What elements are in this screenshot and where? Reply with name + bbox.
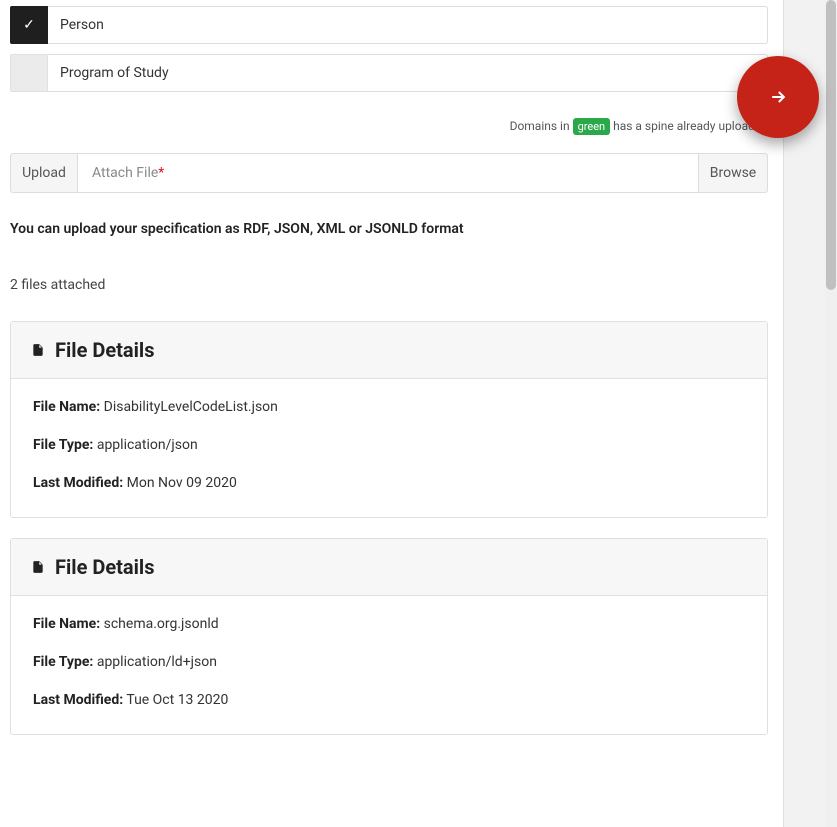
file-type-value: application/json [97, 437, 198, 453]
file-icon [31, 558, 45, 576]
file-name-label: File Name: [33, 399, 100, 415]
file-name-value: DisabilityLevelCodeList.json [104, 399, 278, 415]
file-type-label: File Type: [33, 654, 93, 670]
last-modified-value: Mon Nov 09 2020 [127, 475, 237, 491]
upload-row: Upload Attach File* Browse [10, 153, 768, 193]
hint-prefix: Domains in [510, 119, 570, 133]
required-asterisk: * [158, 165, 164, 181]
upload-info-text: You can upload your specification as RDF… [10, 221, 768, 237]
card-header: File Details [11, 539, 767, 596]
file-details-card: File Details File Name: DisabilityLevelC… [10, 321, 768, 518]
file-name-row: File Name: schema.org.jsonld [33, 616, 745, 632]
file-details-card: File Details File Name: schema.org.jsonl… [10, 538, 768, 735]
card-title: File Details [55, 338, 154, 362]
file-name-row: File Name: DisabilityLevelCodeList.json [33, 399, 745, 415]
domain-row-program[interactable]: Program of Study [10, 54, 768, 92]
scrollbar-thumb[interactable] [826, 0, 836, 290]
check-icon[interactable]: ✓ [10, 6, 48, 44]
green-badge: green [573, 118, 611, 135]
file-type-label: File Type: [33, 437, 93, 453]
domain-input[interactable]: Program of Study [48, 54, 768, 92]
check-icon[interactable] [10, 54, 48, 92]
domain-row-person[interactable]: ✓ Person [10, 6, 768, 44]
file-type-row: File Type: application/json [33, 437, 745, 453]
last-modified-label: Last Modified: [33, 475, 123, 491]
attach-file-input[interactable]: Attach File* [78, 153, 698, 193]
card-title: File Details [55, 555, 154, 579]
domain-label: Program of Study [60, 65, 169, 81]
domain-input[interactable]: Person [48, 6, 768, 44]
scrollbar-track[interactable] [825, 0, 837, 827]
file-type-row: File Type: application/ld+json [33, 654, 745, 670]
attached-count: 2 files attached [10, 277, 768, 293]
card-body: File Name: schema.org.jsonld File Type: … [11, 596, 767, 734]
attach-placeholder: Attach File [92, 165, 158, 181]
domain-label: Person [60, 17, 104, 33]
browse-button[interactable]: Browse [698, 153, 768, 193]
card-header: File Details [11, 322, 767, 379]
next-button[interactable] [737, 56, 819, 138]
last-modified-value: Tue Oct 13 2020 [126, 692, 228, 708]
card-body: File Name: DisabilityLevelCodeList.json … [11, 379, 767, 517]
last-modified-row: Last Modified: Tue Oct 13 2020 [33, 692, 745, 708]
arrow-right-icon [768, 87, 788, 107]
last-modified-label: Last Modified: [33, 692, 123, 708]
file-name-label: File Name: [33, 616, 100, 632]
spine-hint: Domains in green has a spine already upl… [10, 118, 768, 135]
last-modified-row: Last Modified: Mon Nov 09 2020 [33, 475, 745, 491]
file-icon [31, 341, 45, 359]
main-content: ✓ Person Program of Study Domains in gre… [0, 0, 778, 765]
file-type-value: application/ld+json [97, 654, 217, 670]
upload-label: Upload [10, 153, 78, 193]
file-name-value: schema.org.jsonld [104, 616, 219, 632]
